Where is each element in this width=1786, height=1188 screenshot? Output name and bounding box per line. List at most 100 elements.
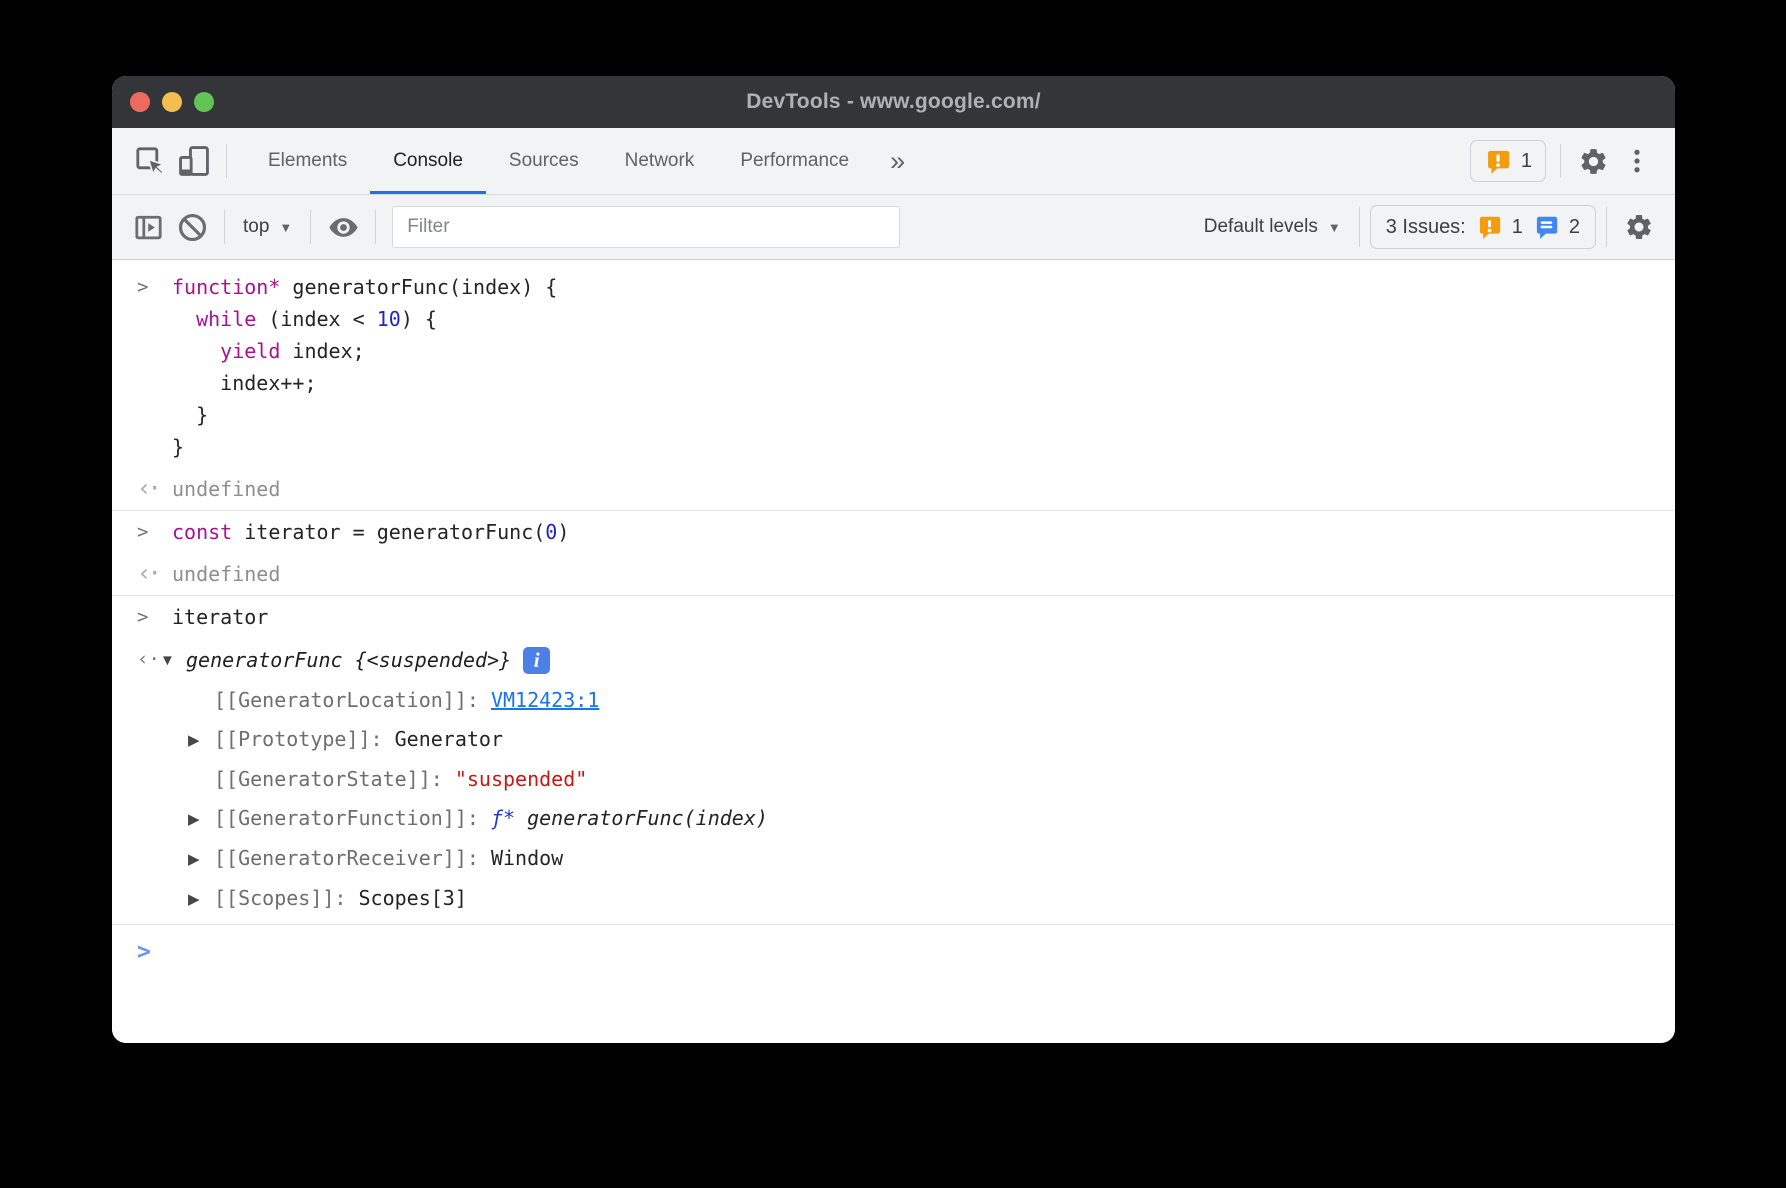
tab-network[interactable]: Network <box>602 128 718 194</box>
entry-content: iterator <box>172 601 1675 633</box>
tab-elements[interactable]: Elements <box>245 128 370 194</box>
more-tabs-button[interactable]: » <box>872 148 923 175</box>
code-segment: ƒ* <box>491 799 515 839</box>
customize-devtools-button[interactable] <box>1615 139 1659 183</box>
object-property-row: ▶[[GeneratorFunction]]: ƒ* generatorFunc… <box>160 799 1675 839</box>
code-segment: Scopes[3] <box>359 879 467 919</box>
divider <box>310 210 311 244</box>
code-segment: "suspended" <box>455 760 587 799</box>
console-settings-button[interactable] <box>1617 205 1661 249</box>
minimize-window-button[interactable] <box>162 92 182 112</box>
input-chevron-icon: > <box>112 601 172 633</box>
code-segment: ) <box>557 520 569 544</box>
console-entry-command: >iterator <box>112 595 1675 638</box>
code-segment: iterator <box>172 605 268 629</box>
input-chevron-icon: > <box>112 271 172 463</box>
code-line: undefined <box>172 558 1675 590</box>
code-line: iterator <box>172 601 1675 633</box>
eye-icon <box>327 211 360 244</box>
code-line: } <box>172 399 1675 431</box>
code-segment: } <box>172 403 208 427</box>
issues-summary-label: 3 Issues: <box>1386 216 1466 239</box>
clear-console-button[interactable] <box>170 205 214 249</box>
window-title: DevTools - www.google.com/ <box>746 90 1041 114</box>
expand-triangle-icon[interactable]: ▶ <box>188 839 214 879</box>
close-window-button[interactable] <box>130 92 150 112</box>
property-name: [[GeneratorLocation]]: <box>214 681 491 720</box>
code-segment: iterator = generatorFunc( <box>232 520 545 544</box>
object-name: generatorFunc <box>186 643 343 678</box>
code-line: index++; <box>172 367 1675 399</box>
chevron-down-icon: ▼ <box>1328 220 1341 235</box>
code-segment: Generator <box>395 720 503 760</box>
code-segment <box>172 307 196 331</box>
log-levels-label: Default levels <box>1204 216 1318 238</box>
code-line: yield index; <box>172 335 1675 367</box>
context-selector-label: top <box>243 216 269 238</box>
property-name: [[Prototype]]: <box>214 720 395 760</box>
sidebar-panel-icon <box>132 211 165 244</box>
code-segment: const <box>172 520 232 544</box>
object-property-row: ▶[[GeneratorReceiver]]: Window <box>160 839 1675 879</box>
device-toolbar-icon <box>177 144 211 178</box>
object-property-row: [[GeneratorState]]: "suspended" <box>160 760 1675 799</box>
property-name: [[GeneratorReceiver]]: <box>214 839 491 879</box>
entry-content: const iterator = generatorFunc(0) <box>172 516 1675 548</box>
divider <box>224 210 225 244</box>
log-levels-selector[interactable]: Default levels ▼ <box>1196 216 1349 238</box>
main-tabbar: ElementsConsoleSourcesNetworkPerformance… <box>112 128 1675 195</box>
expander-spacer <box>188 681 214 720</box>
object-property-row: ▶[[Scopes]]: Scopes[3] <box>160 879 1675 919</box>
settings-button[interactable] <box>1571 139 1615 183</box>
divider <box>375 210 376 244</box>
issues-summary-button[interactable]: 3 Issues: 1 2 <box>1370 205 1596 249</box>
prompt-chevron-icon: > <box>112 936 172 968</box>
live-expression-button[interactable] <box>321 205 365 249</box>
code-segment: function* <box>172 275 280 299</box>
inspect-element-button[interactable] <box>128 139 172 183</box>
zoom-window-button[interactable] <box>194 92 214 112</box>
expand-triangle-icon[interactable]: ▶ <box>188 879 214 919</box>
code-line: while (index < 10) { <box>172 303 1675 335</box>
tabbar-right-actions: 1 <box>1470 139 1659 183</box>
code-segment: Window <box>491 839 563 879</box>
console-sidebar-toggle-button[interactable] <box>126 205 170 249</box>
console-entry-result: ‹·undefined <box>112 468 1675 510</box>
console-entry-object: ‹·▼generatorFunc {<suspended>}i[[Generat… <box>112 638 1675 924</box>
source-location-link[interactable]: VM12423:1 <box>491 681 599 720</box>
info-icon[interactable]: i <box>523 647 550 674</box>
code-line: } <box>172 431 1675 463</box>
code-segment: index; <box>280 339 364 363</box>
code-segment: 10 <box>377 307 401 331</box>
gear-icon <box>1624 212 1654 242</box>
issues-button[interactable]: 1 <box>1470 140 1546 182</box>
tab-console[interactable]: Console <box>370 128 486 194</box>
console-log[interactable]: >function* generatorFunc(index) { while … <box>112 260 1675 1043</box>
expand-triangle-icon[interactable]: ▶ <box>188 720 214 760</box>
devtools-window: DevTools - www.google.com/ ElementsConso… <box>112 76 1675 1043</box>
object-preview: {<suspended>} <box>343 643 512 678</box>
console-entry-result: ‹·undefined <box>112 553 1675 595</box>
issue-message-icon <box>1533 214 1559 240</box>
context-selector[interactable]: top ▼ <box>235 216 300 238</box>
issues-count: 1 <box>1521 150 1532 173</box>
console-entry-prompt[interactable]: > <box>112 924 1675 977</box>
object-property-row: ▶[[Prototype]]: Generator <box>160 720 1675 760</box>
expand-triangle-icon[interactable]: ▶ <box>188 799 214 839</box>
code-line: undefined <box>172 473 1675 505</box>
tab-sources[interactable]: Sources <box>486 128 602 194</box>
divider <box>1359 207 1360 247</box>
kebab-menu-icon <box>1622 146 1652 176</box>
code-segment: yield <box>220 339 280 363</box>
collapse-triangle-icon[interactable]: ▼ <box>160 643 186 678</box>
divider <box>1560 144 1561 178</box>
code-segment: generatorFunc(index) <box>515 799 768 839</box>
divider <box>1606 207 1607 247</box>
inspect-cursor-icon <box>133 144 167 178</box>
filter-input[interactable] <box>392 206 900 248</box>
code-segment: } <box>172 435 184 459</box>
device-toolbar-button[interactable] <box>172 139 216 183</box>
return-value-icon: ‹· <box>112 473 172 505</box>
property-name: [[GeneratorFunction]]: <box>214 799 491 839</box>
tab-performance[interactable]: Performance <box>717 128 872 194</box>
